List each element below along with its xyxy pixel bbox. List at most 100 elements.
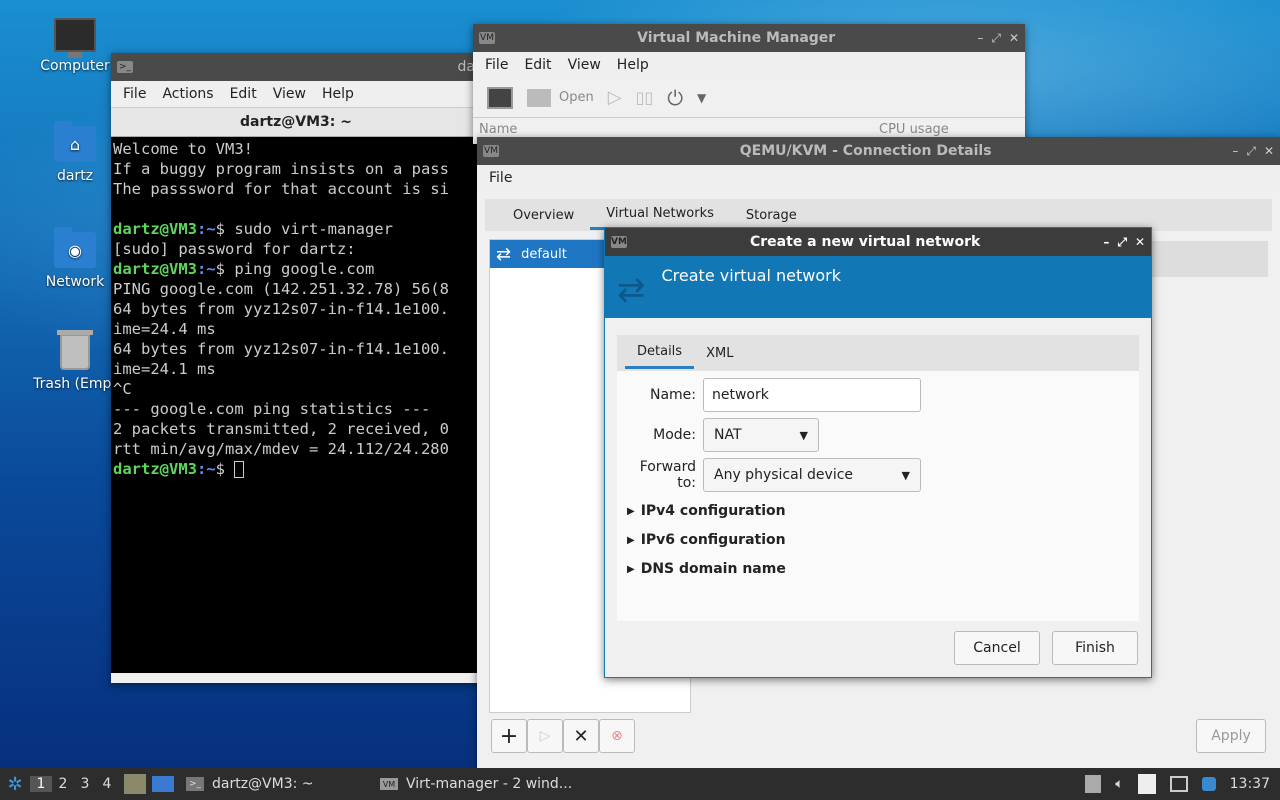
power-icon[interactable]: ⏻ — [667, 86, 683, 110]
desktop-icon-computer[interactable]: Computer — [25, 18, 125, 74]
stop-network-button[interactable]: ✕ — [563, 719, 599, 753]
menu-file[interactable]: File — [481, 170, 520, 186]
prompt-path: :~ — [197, 460, 216, 478]
open-button[interactable]: Open — [527, 88, 594, 107]
window-controls: – ⤢ ✕ — [977, 31, 1019, 46]
banner-title: Create virtual network — [661, 266, 841, 285]
column-cpu[interactable]: CPU usage — [879, 122, 949, 137]
workspace-1[interactable]: 1 — [30, 776, 52, 792]
expander-label: IPv6 configuration — [640, 532, 786, 548]
add-network-button[interactable]: + — [491, 719, 527, 753]
ipv6-expander[interactable]: ▶ IPv6 configuration — [627, 532, 786, 548]
network-folder-icon: ◉ — [54, 227, 96, 268]
network-arrows-icon: ⇄ — [496, 243, 512, 265]
prompt-user: dartz@VM3 — [113, 460, 197, 478]
menu-actions[interactable]: Actions — [154, 86, 221, 102]
terminal-line: 64 bytes from yyz12s07-in-f14.1e100. — [113, 340, 449, 358]
workspace-2[interactable]: 2 — [52, 776, 74, 792]
chevron-down-icon[interactable]: ▼ — [697, 91, 706, 105]
run-icon[interactable]: ▷ — [608, 87, 622, 108]
chevron-right-icon: ▶ — [627, 534, 635, 546]
new-vm-icon[interactable] — [487, 86, 513, 109]
terminal-line: dartz@VM3:~$ sudo virt-manager — [113, 219, 479, 239]
create-network-dialog[interactable]: VM Create a new virtual network – ⤢ ✕ ⇄ … — [604, 227, 1152, 678]
volume-icon[interactable]: 🔈︎ — [1115, 776, 1123, 792]
menu-help[interactable]: Help — [314, 86, 362, 102]
close-icon[interactable]: ✕ — [1264, 144, 1274, 159]
terminal-line: 64 bytes from yyz12s07-in-f14.1e100. — [113, 300, 449, 318]
close-icon[interactable]: ✕ — [1135, 235, 1145, 250]
taskbar: ✲ 1 2 3 4 >_ dartz@VM3: ~ VM Virt-manage… — [0, 768, 1280, 800]
cancel-button[interactable]: Cancel — [954, 631, 1040, 665]
minimize-icon[interactable]: – — [1103, 235, 1109, 250]
show-desktop-icon[interactable] — [152, 776, 174, 792]
finish-button[interactable]: Finish — [1052, 631, 1138, 665]
start-network-button[interactable]: ▷ — [527, 719, 563, 753]
tab-overview[interactable]: Overview — [497, 202, 590, 229]
tab-details[interactable]: Details — [625, 337, 695, 369]
tab-xml[interactable]: XML — [694, 339, 745, 368]
pause-icon[interactable]: ▯▯ — [636, 88, 654, 107]
menu-edit[interactable]: Edit — [222, 86, 265, 102]
window-title: da — [457, 59, 475, 75]
notification-icon[interactable] — [1201, 777, 1216, 791]
terminal-line: dartz@VM3:~$ ping google.com — [113, 259, 479, 279]
forward-select[interactable]: Any physical device ▼ — [703, 458, 921, 492]
terminal-titlebar[interactable]: >_ da — [111, 53, 481, 81]
start-menu-icon[interactable]: ✲ — [0, 774, 30, 795]
minimize-icon[interactable]: – — [1232, 144, 1238, 159]
desktop-icon-dartz[interactable]: ⌂ dartz — [25, 121, 125, 184]
prompt-user: dartz@VM3 — [113, 220, 197, 238]
maximize-icon[interactable]: ⤢ — [1117, 235, 1127, 250]
mode-label: Mode: — [653, 427, 696, 443]
workspace-3[interactable]: 3 — [74, 776, 96, 792]
delete-network-button[interactable]: ⊗ — [599, 719, 635, 753]
terminal-window[interactable]: >_ da File Actions Edit View Help dartz@… — [111, 53, 481, 683]
desktop-icon-trash[interactable]: Trash (Empt — [25, 330, 125, 392]
conn-menubar: File — [477, 165, 1280, 191]
tab-virtual-networks[interactable]: Virtual Networks — [590, 200, 730, 230]
clipboard-icon[interactable] — [1137, 774, 1156, 794]
vmm-menubar: File Edit View Help — [473, 52, 1025, 78]
column-name[interactable]: Name — [479, 122, 879, 137]
prompt-command: $ ping google.com — [215, 260, 375, 278]
conn-titlebar[interactable]: VM QEMU/KVM - Connection Details – ⤢ ✕ — [477, 137, 1280, 165]
name-row: Name: network — [617, 378, 921, 412]
workspace-4[interactable]: 4 — [96, 776, 118, 792]
ipv4-expander[interactable]: ▶ IPv4 configuration — [627, 503, 786, 519]
forward-row: Forward to: Any physical device ▼ — [617, 458, 921, 492]
mode-select[interactable]: NAT ▼ — [703, 418, 819, 452]
menu-help[interactable]: Help — [609, 57, 657, 73]
terminal-icon: >_ — [186, 777, 204, 791]
terminal-line: PING google.com (142.251.32.78) 56(8 — [113, 280, 449, 298]
menu-edit[interactable]: Edit — [516, 57, 559, 73]
dialog-titlebar[interactable]: VM Create a new virtual network – ⤢ ✕ — [605, 228, 1151, 256]
maximize-icon[interactable]: ⤢ — [991, 31, 1001, 46]
task-virt-manager[interactable]: VM Virt-manager - 2 wind... — [380, 776, 572, 792]
virt-manager-icon: VM — [380, 778, 398, 790]
close-icon[interactable]: ✕ — [1009, 31, 1019, 46]
menu-file[interactable]: File — [115, 86, 154, 102]
desktop-icon-network[interactable]: ◉ Network — [25, 227, 125, 290]
menu-view[interactable]: View — [265, 86, 314, 102]
apply-button[interactable]: Apply — [1196, 719, 1266, 753]
terminal-line: The passsword for that account is si — [113, 180, 449, 198]
menu-file[interactable]: File — [477, 57, 516, 73]
terminal-output[interactable]: Welcome to VM3! If a buggy program insist… — [111, 137, 481, 673]
maximize-icon[interactable]: ⤢ — [1246, 144, 1256, 159]
terminal-line: ime=24.1 ms — [113, 360, 216, 378]
name-field[interactable]: network — [703, 378, 921, 412]
task-terminal[interactable]: >_ dartz@VM3: ~ — [186, 776, 376, 792]
vmm-titlebar[interactable]: VM Virtual Machine Manager – ⤢ ✕ — [473, 24, 1025, 52]
expander-label: IPv4 configuration — [640, 503, 786, 519]
file-manager-icon[interactable] — [124, 774, 146, 794]
dialog-tabs: Details XML — [617, 335, 1139, 371]
minimize-icon[interactable]: – — [977, 31, 983, 46]
dns-expander[interactable]: ▶ DNS domain name — [627, 561, 786, 577]
menu-view[interactable]: View — [560, 57, 609, 73]
tray-arrow-icon[interactable] — [1085, 775, 1102, 793]
vmm-window[interactable]: VM Virtual Machine Manager – ⤢ ✕ File Ed… — [473, 24, 1025, 144]
terminal-tab[interactable]: dartz@VM3: ~ — [111, 107, 481, 137]
network-icon[interactable] — [1169, 776, 1188, 792]
tab-storage[interactable]: Storage — [730, 202, 813, 229]
